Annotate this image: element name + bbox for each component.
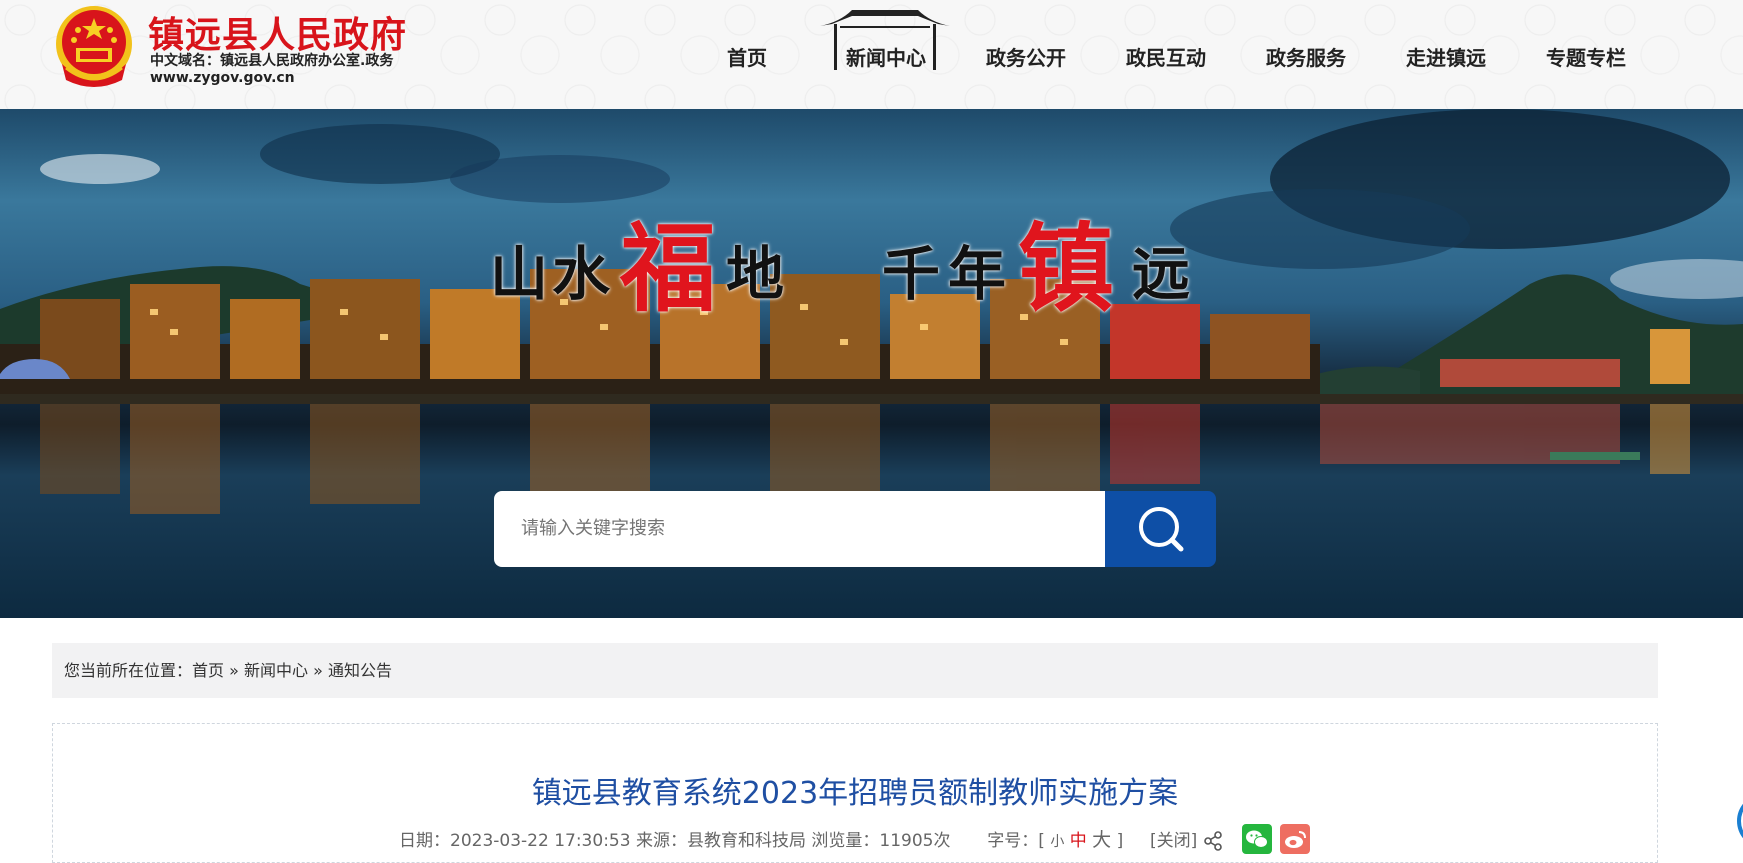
slogan-char: 千 (882, 240, 941, 308)
breadcrumb-separator: » (229, 661, 239, 680)
slogan-char: 福 (620, 212, 716, 325)
search-icon (1139, 507, 1184, 552)
breadcrumb-news-link[interactable]: 新闻中心 (244, 661, 308, 680)
slogan-char: 年 (948, 240, 1007, 308)
search-input[interactable] (494, 491, 1105, 567)
breadcrumb: 您当前所在位置：首页 » 新闻中心 » 通知公告 (52, 643, 1658, 698)
article-meta: 日期：2023-03-22 17:30:53 来源：县教育和科技局 浏览量：11… (399, 827, 1223, 853)
slogan-char: 镇 (1018, 212, 1114, 325)
slogan-char: 远 (1132, 240, 1191, 308)
nav-item-topics[interactable]: 专题专栏 (1546, 42, 1626, 71)
weibo-icon (1285, 831, 1306, 848)
fontsize-small-button[interactable]: 小 (1050, 829, 1064, 855)
nav-item-interaction[interactable]: 政民互动 (1126, 42, 1206, 71)
article-title: 镇远县教育系统2023年招聘员额制教师实施方案 (531, 776, 1179, 811)
breadcrumb-prefix: 您当前所在位置： (64, 661, 193, 680)
banner-slogan: 山 水 福 地 千 年 镇 远 (490, 191, 1210, 325)
views-value: 11905次 (879, 831, 951, 851)
fontsize-label: 字号： (987, 831, 1039, 851)
article-panel: 镇远县教育系统2023年招聘员额制教师实施方案 日期：2023-03-22 17… (52, 723, 1658, 863)
slogan-char: 山 (490, 240, 549, 308)
close-button[interactable]: [关闭] (1150, 828, 1197, 854)
fontsize-large-button[interactable]: 大 (1092, 827, 1111, 853)
nav-item-news[interactable]: 新闻中心 (846, 42, 926, 71)
breadcrumb-separator: » (313, 661, 323, 680)
source-label: 来源： (635, 831, 687, 851)
breadcrumb-current-link[interactable]: 通知公告 (328, 661, 392, 680)
wechat-share-button[interactable] (1242, 824, 1272, 854)
fontsize-bracket: ] (1116, 831, 1124, 851)
date-value: 2023-03-22 17:30:53 (450, 831, 631, 851)
nav-item-home[interactable]: 首页 (727, 42, 767, 71)
site-url: www.zygov.gov.cn (150, 70, 295, 86)
weibo-share-button[interactable] (1280, 824, 1310, 854)
slogan-char: 水 (552, 240, 611, 308)
floating-widget[interactable] (1737, 795, 1743, 847)
fontsize-medium-button[interactable]: 中 (1070, 828, 1087, 854)
date-label: 日期： (399, 831, 450, 851)
nav-item-about[interactable]: 走进镇远 (1406, 42, 1486, 71)
national-emblem-icon (56, 6, 132, 87)
search-button[interactable] (1105, 491, 1216, 567)
nav-item-services[interactable]: 政务服务 (1266, 42, 1346, 71)
source-value: 县教育和科技局 (686, 831, 806, 851)
nav-item-gov-affairs[interactable]: 政务公开 (986, 42, 1066, 71)
share-icon[interactable] (1203, 831, 1223, 851)
views-label: 浏览量： (811, 831, 880, 851)
slogan-char: 地 (726, 240, 785, 308)
wechat-icon (1246, 830, 1268, 848)
breadcrumb-home-link[interactable]: 首页 (192, 661, 224, 680)
site-domain: 中文域名：镇远县人民政府办公室.政务 (150, 53, 394, 69)
fontsize-bracket: [ (1038, 831, 1045, 851)
site-header: 镇远县人民政府 中文域名：镇远县人民政府办公室.政务 www.zygov.gov… (0, 0, 1743, 109)
